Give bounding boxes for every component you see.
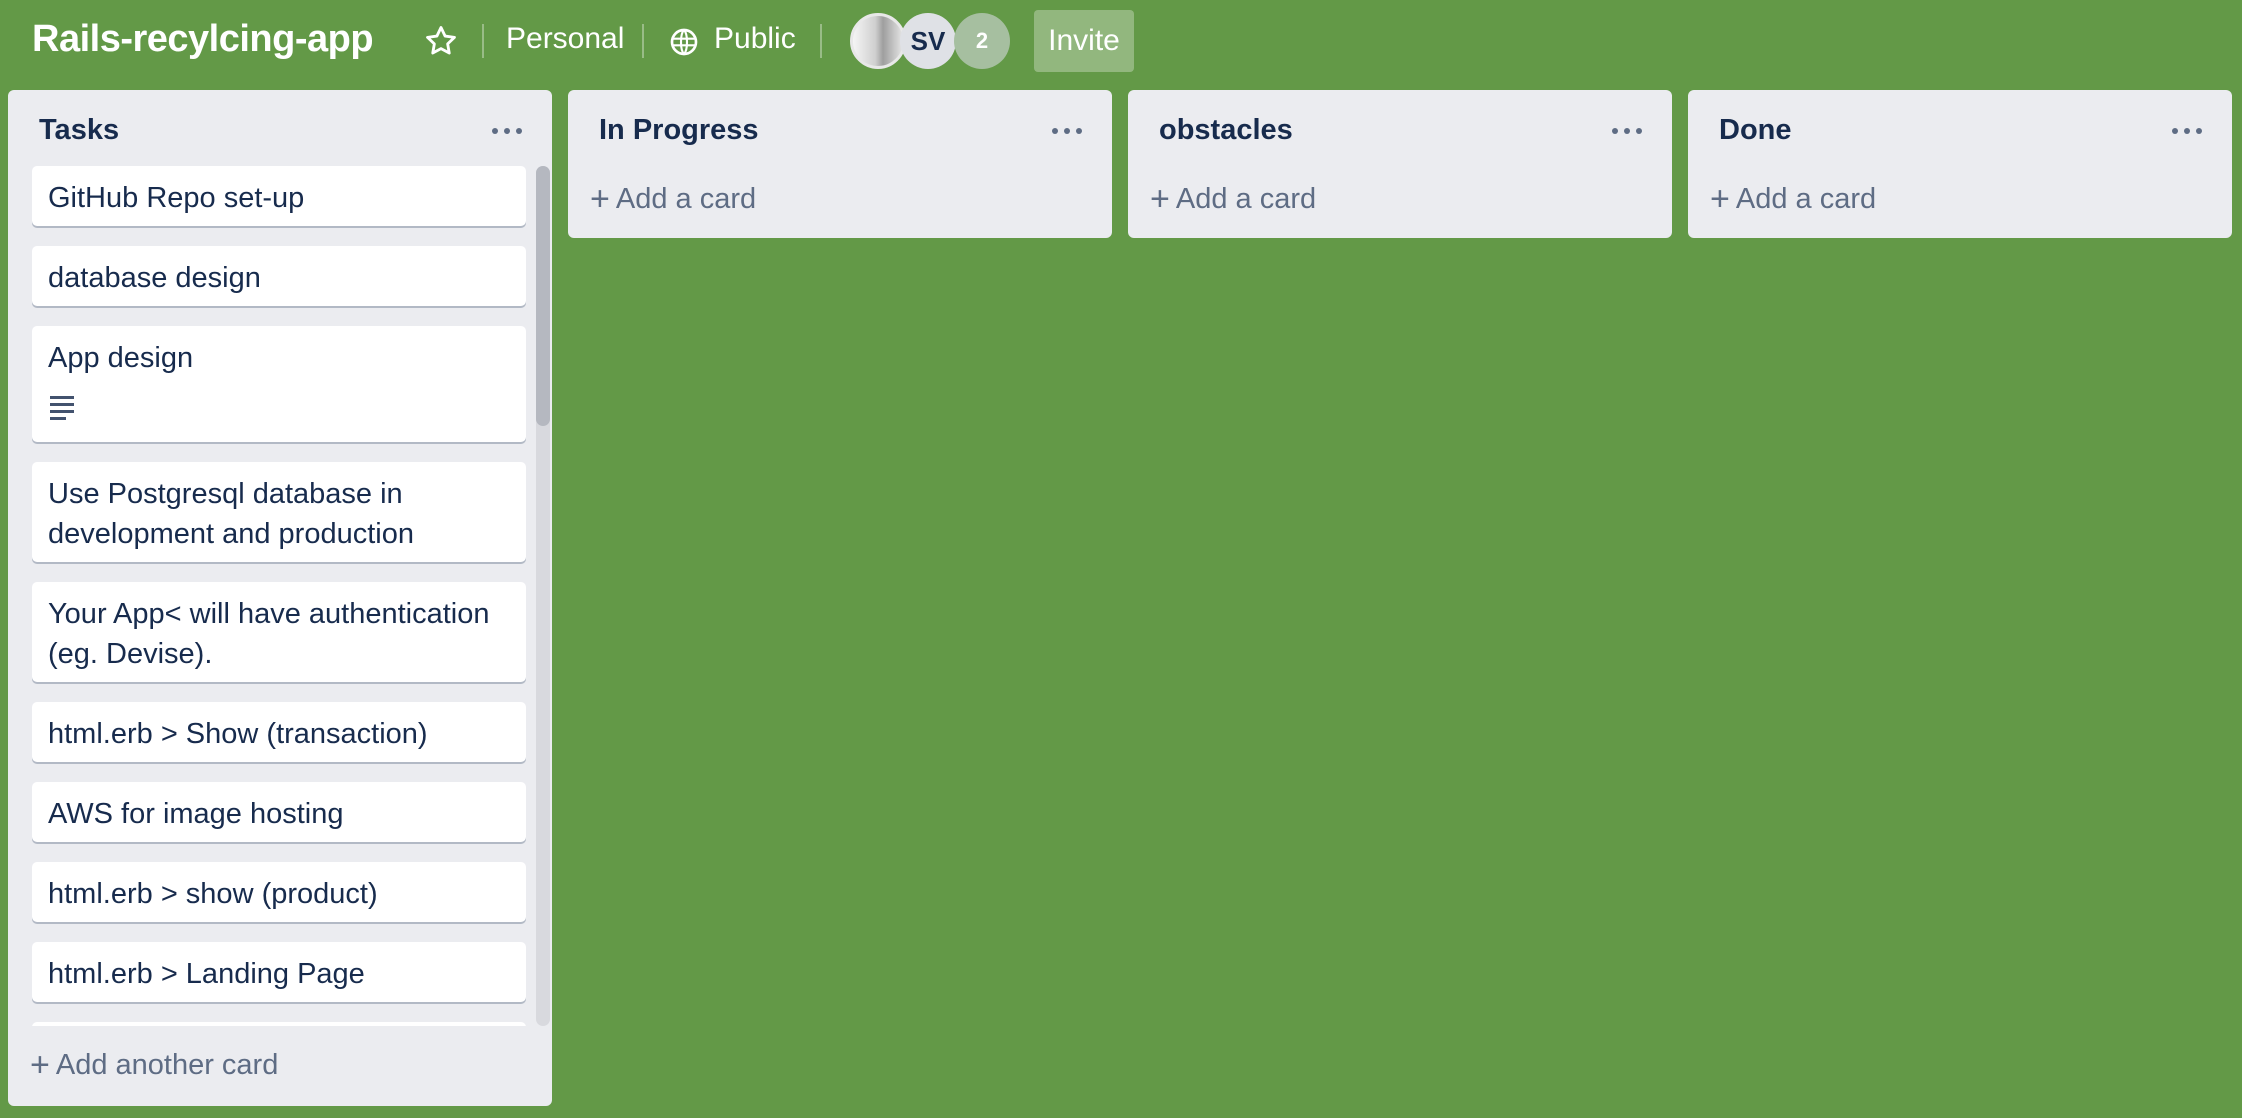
card[interactable]: html.erb > Landing Page: [32, 942, 526, 1002]
list-title[interactable]: Tasks: [39, 114, 119, 147]
card-list: GitHub Repo set-up database design App d…: [22, 166, 528, 1026]
list-menu-button[interactable]: [2172, 120, 2206, 140]
star-button[interactable]: [422, 22, 460, 60]
card[interactable]: html.erb > show (product): [32, 862, 526, 922]
plus-icon: +: [1710, 180, 1730, 218]
board-header: Rails-recylcing-app Personal Public SV 2…: [0, 0, 2242, 84]
card[interactable]: database design: [32, 246, 526, 306]
more-icon: [1612, 128, 1618, 134]
plus-icon: +: [590, 180, 610, 218]
card-partial[interactable]: [32, 1022, 526, 1026]
add-another-card-button[interactable]: + Add another card: [30, 1046, 278, 1085]
card-title: App design: [48, 342, 194, 374]
card[interactable]: Use Postgresql database in development a…: [32, 462, 526, 562]
add-card-label: Add a card: [1175, 183, 1317, 215]
header-divider: [642, 24, 644, 58]
list-in-progress: In Progress + Add a card: [568, 90, 1112, 238]
header-divider: [820, 24, 822, 58]
board-title[interactable]: Rails-recylcing-app: [32, 18, 374, 61]
description-icon: [50, 396, 76, 420]
list-tasks: Tasks GitHub Repo set-up database design…: [8, 90, 552, 1106]
add-card-button[interactable]: + Add a card: [590, 180, 756, 219]
add-card-label: Add a card: [1735, 183, 1877, 215]
team-visibility-button[interactable]: Personal: [506, 22, 624, 56]
list-menu-button[interactable]: [1612, 120, 1646, 140]
add-card-label: Add a card: [615, 183, 757, 215]
member-avatar-sv[interactable]: SV: [900, 13, 956, 69]
more-icon: [2172, 128, 2178, 134]
list-menu-button[interactable]: [1052, 120, 1086, 140]
list-obstacles: obstacles + Add a card: [1128, 90, 1672, 238]
card[interactable]: AWS for image hosting: [32, 782, 526, 842]
add-card-label: Add another card: [55, 1049, 279, 1081]
list-menu-button[interactable]: [492, 120, 526, 140]
list-done: Done + Add a card: [1688, 90, 2232, 238]
scrollbar-thumb[interactable]: [536, 166, 550, 426]
star-icon: [426, 26, 456, 55]
list-title[interactable]: obstacles: [1159, 114, 1293, 147]
card[interactable]: Your App< will have authentication (eg. …: [32, 582, 526, 682]
card[interactable]: html.erb > Show (transaction): [32, 702, 526, 762]
list-scrollbar[interactable]: [536, 166, 550, 1026]
plus-icon: +: [30, 1046, 50, 1084]
header-divider: [482, 24, 484, 58]
visibility-button[interactable]: Public: [714, 22, 796, 56]
list-title[interactable]: In Progress: [599, 114, 759, 147]
member-count-badge[interactable]: 2: [954, 13, 1010, 69]
card[interactable]: GitHub Repo set-up: [32, 166, 526, 226]
add-card-button[interactable]: + Add a card: [1150, 180, 1316, 219]
invite-button[interactable]: Invite: [1034, 10, 1134, 72]
list-title[interactable]: Done: [1719, 114, 1792, 147]
more-icon: [492, 128, 498, 134]
plus-icon: +: [1150, 180, 1170, 218]
member-avatar-photo[interactable]: [850, 13, 906, 69]
more-icon: [1052, 128, 1058, 134]
add-card-button[interactable]: + Add a card: [1710, 180, 1876, 219]
globe-icon[interactable]: [668, 26, 700, 58]
card-app-design[interactable]: App design: [32, 326, 526, 442]
